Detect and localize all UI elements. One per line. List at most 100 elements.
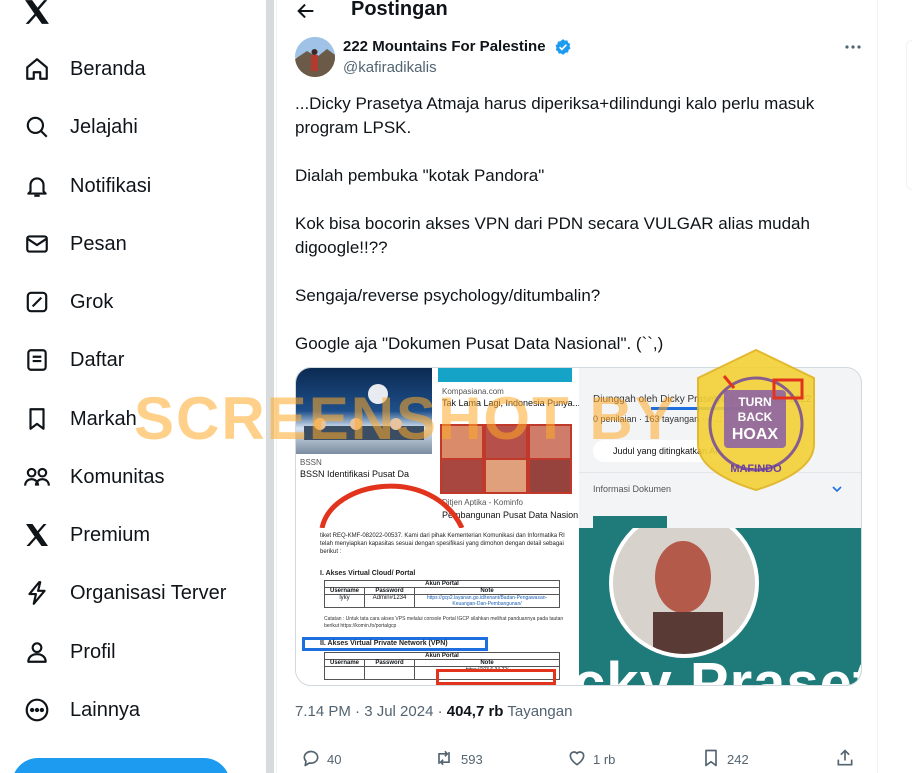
watermark-text: SCREENSHOT BY [134,385,677,452]
doc-cell: https://gcp2.layanan.go.id/tenant/Badan-… [426,595,548,607]
svg-text:TURN: TURN [738,395,771,409]
bookmark-icon [22,404,52,434]
back-arrow-icon[interactable] [295,0,317,22]
views-label: Tayangan [503,703,573,720]
tweet-paragraph: Kok bisa bocorin akses VPN dari PDN seca… [295,214,815,257]
reply-icon [301,748,321,771]
sidebar-item-premium[interactable]: Premium [18,513,162,557]
retweet-button[interactable]: 593 [433,748,483,771]
svg-text:MAFINDO: MAFINDO [730,463,782,475]
sidebar-item-label: Beranda [70,57,146,80]
bookmark-button[interactable]: 242 [701,748,749,771]
heart-icon [567,748,587,771]
reply-button[interactable]: 40 [301,748,341,771]
avatar[interactable] [295,37,335,77]
sidebar-item-beranda[interactable]: Beranda [18,47,158,91]
mafindo-badge: TURN BACK HOAX MAFINDO [694,348,818,492]
doc-table-header: Akun Portal [325,653,559,660]
leaked-document: tiket REQ-KMF-082022-00537. Kami dari pi… [296,528,579,685]
bookmark-icon [701,748,721,771]
lightning-icon [22,578,52,608]
chevron-down-icon [831,482,843,500]
doc-cell: Admin#1234 [365,595,415,607]
retweet-count: 593 [461,752,483,767]
svg-text:BACK: BACK [738,410,773,424]
home-icon [22,54,52,84]
share-button[interactable] [835,748,855,771]
doc-col: Password [365,588,415,594]
author-name[interactable]: 222 Mountains For Palestine [343,38,546,55]
doc-col: Note [480,660,494,666]
profile-photo [609,528,759,658]
doc-table-header: Akun Portal [325,581,559,588]
page-title: Postingan [351,0,448,20]
sidebar-item-label: Notifikasi [70,174,152,197]
more-options-icon[interactable] [843,40,863,52]
sidebar-item-komunitas[interactable]: Komunitas [18,455,177,499]
search-icon [22,112,52,142]
doc-cell: lyky [325,595,365,607]
author-handle[interactable]: @kafiradikalis [343,59,437,76]
sidebar-item-label: Premium [70,523,151,546]
sidebar-item-markah[interactable]: Markah [18,397,149,441]
views-count: 404,7 rb [446,703,504,720]
x-logo-icon[interactable] [24,0,50,24]
sidebar-item-organisasi[interactable]: Organisasi Terver [18,571,238,615]
verified-badge-icon[interactable] [554,38,572,56]
retweet-icon [433,748,455,771]
bookmark-count: 242 [727,752,749,767]
time-text: 7.14 PM · 3 Jul 2024 · [295,703,447,720]
doc-table-portal: Akun Portal Username Password Note lyky … [324,580,560,608]
envelope-icon [22,229,52,259]
sidebar-item-daftar[interactable]: Daftar [18,338,136,382]
tweet-paragraph: ...Dicky Prasetya Atmaja harus diperiksa… [295,94,819,137]
sidebar-item-label: Markah [70,407,137,430]
doc-catatan: Catatan : Untuk tata cara akses VPS mela… [324,616,564,629]
sidebar-item-label: Grok [70,290,114,313]
doc-section-cloud: I. Akses Virtual Cloud/ Portal [320,570,416,577]
sidebar-item-label: Pesan [70,232,127,255]
reply-count: 40 [327,752,342,767]
bell-icon [22,171,52,201]
post-button[interactable] [12,758,230,773]
doc-col: Username [325,660,365,666]
people-icon [22,462,52,492]
tweet-timestamp[interactable]: 7.14 PM · 3 Jul 2024 · 404,7 rb Tayangan [295,703,572,720]
tweet-paragraph: Dialah pembuka "kotak Pandora" [295,166,545,185]
like-count: 1 rb [593,752,616,767]
doc-col: Note [480,588,494,594]
svg-text:HOAX: HOAX [732,426,779,443]
doc-ticket-text: tiket REQ-KMF-082022-00537. Kami dari pi… [320,533,565,555]
profile-zoom-panel: cky Prasetya [579,528,861,685]
tweet-actions: 40 593 1 rb 242 [295,748,855,773]
sidebar-item-label: Profil [70,640,116,663]
doc-col: Password [365,660,415,666]
sidebar-item-label: Lainnya [70,698,141,721]
tile-source: BSSN [300,458,322,467]
share-icon [835,748,855,771]
kompasiana-photo [438,368,572,382]
sidebar-item-label: Jelajahi [70,115,138,138]
person-icon [22,637,52,667]
more-circle-icon [22,695,52,725]
sidebar-item-jelajahi[interactable]: Jelajahi [18,105,150,149]
red-circle-annotation [319,483,465,528]
doc-section-vpn: II. Akses Virtual Private Network (VPN) [320,640,448,647]
sidebar-item-label: Daftar [70,348,125,371]
x-logo-icon [22,520,52,550]
doc-col: Username [325,588,365,594]
right-column-edge [906,40,912,190]
sidebar-item-grok[interactable]: Grok [18,280,125,324]
tweet-paragraph: Sengaja/reverse psychology/ditumbalin? [295,286,601,305]
sidebar-item-pesan[interactable]: Pesan [18,222,139,266]
tweet-text: ...Dicky Prasetya Atmaja harus diperiksa… [295,92,855,380]
sidebar-item-profil[interactable]: Profil [18,630,128,674]
grok-icon [22,287,52,317]
sidebar-item-label: Komunitas [70,465,165,488]
list-icon [22,345,52,375]
like-button[interactable]: 1 rb [567,748,615,771]
sidebar-item-label: Organisasi Terver [70,581,227,604]
sidebar-item-lainnya[interactable]: Lainnya [18,688,152,732]
info-label: Informasi Dokumen [593,484,672,494]
sidebar-item-notifikasi[interactable]: Notifikasi [18,164,163,208]
